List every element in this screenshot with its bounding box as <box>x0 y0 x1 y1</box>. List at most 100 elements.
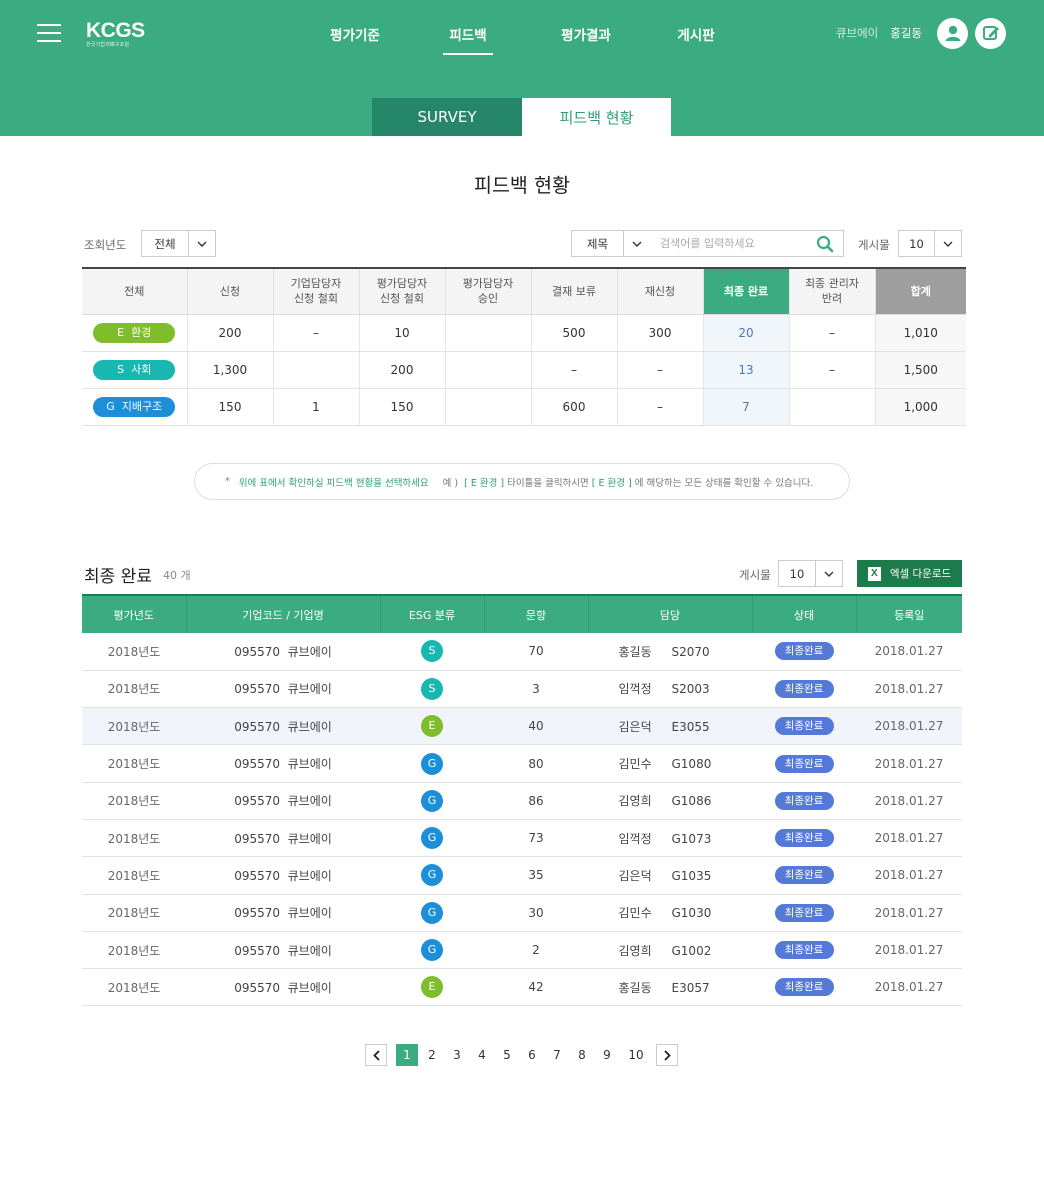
user-icon[interactable] <box>937 17 968 49</box>
manager-name: 김은덕 <box>618 719 652 734</box>
table-row[interactable]: 2018년도 095570 큐브에이 S 70 홍길동 S2070 최종완료 2018.01.… <box>82 633 962 671</box>
chevron-down-icon <box>934 231 961 256</box>
status-count-cell[interactable]: 10 <box>359 314 446 352</box>
status-count-cell[interactable]: 600 <box>531 388 618 426</box>
status-row: G 지배구조 150 1 150 600–7 1,000 <box>82 388 966 426</box>
company-cell: 095570 큐브에이 <box>186 931 380 970</box>
manager-code: G1073 <box>671 831 712 846</box>
manager-name: 김은덕 <box>618 868 652 883</box>
esg-badge: G <box>421 939 443 962</box>
tab-survey[interactable]: SURVEY <box>372 98 522 136</box>
status-count-cell[interactable]: 300 <box>617 314 704 352</box>
question-cell: 73 <box>484 819 588 858</box>
manager-cell: 임꺽정 G1073 <box>588 819 752 858</box>
year-cell: 2018년도 <box>82 707 186 746</box>
status-col-header: 평가담당자 신청 철회 <box>359 268 446 315</box>
table-row[interactable]: 2018년도 095570 큐브에이 G 35 김은덕 G1035 최종완료 2018.01.… <box>82 856 962 895</box>
search-type-select[interactable]: 제목 <box>571 230 651 257</box>
category-pill[interactable]: S 사회 <box>93 359 176 380</box>
page-7-button[interactable]: 7 <box>546 1044 568 1066</box>
page-8-button[interactable]: 8 <box>571 1044 593 1066</box>
year-cell: 2018년도 <box>82 782 186 820</box>
esg-badge: S <box>421 640 443 663</box>
page-title: 피드백 현황 <box>474 174 570 197</box>
excel-download-label: 엑셀 다운로드 <box>889 568 952 580</box>
nav-board[interactable]: 게시판 <box>676 24 716 44</box>
esg-badge: G <box>421 901 443 924</box>
status-count-cell[interactable]: 1,300 <box>187 351 274 389</box>
year-select[interactable]: 전체 <box>141 230 216 257</box>
page-9-button[interactable]: 9 <box>596 1044 618 1066</box>
excel-download-button[interactable]: X 엑셀 다운로드 <box>857 560 962 587</box>
list-col-header: 상태 <box>752 595 857 633</box>
tab-feedback-status[interactable]: 피드백 현황 <box>522 98 671 136</box>
status-cell: 최종완료 <box>752 670 856 709</box>
search-icon[interactable] <box>816 235 834 253</box>
per-page-label: 게시물 <box>858 238 890 252</box>
status-count-cell[interactable]: 7 <box>703 388 790 426</box>
category-pill[interactable]: G 지배구조 <box>93 396 176 417</box>
nav-results[interactable]: 평가결과 <box>561 24 611 44</box>
chevron-left-icon <box>372 1049 380 1061</box>
status-count-cell[interactable]: 200 <box>187 314 274 352</box>
table-row[interactable]: 2018년도 095570 큐브에이 G 86 김영희 G1086 최종완료 2018.01.… <box>82 782 962 820</box>
manager-cell: 김영희 G1002 <box>588 931 752 970</box>
manager-code: E3055 <box>671 719 710 734</box>
esg-cell: S <box>380 670 484 709</box>
company-cell: 095570 큐브에이 <box>186 968 380 1007</box>
edit-icon[interactable] <box>975 17 1006 49</box>
list-per-page-select[interactable]: 10 <box>778 560 843 587</box>
table-row[interactable]: 2018년도 095570 큐브에이 S 3 임꺽정 S2003 최종완료 2018.01.2… <box>82 670 962 709</box>
status-count-cell[interactable]: 1 <box>273 388 360 426</box>
per-page-label: 게시물 <box>739 568 771 582</box>
status-col-header: 재신청 <box>617 268 704 315</box>
esg-badge: E <box>421 715 443 738</box>
year-cell: 2018년도 <box>82 670 186 709</box>
prev-page-button[interactable] <box>365 1044 387 1066</box>
status-count-cell[interactable]: 200 <box>359 351 446 389</box>
search-input[interactable] <box>650 231 810 256</box>
manager-cell: 김은덕 E3055 <box>588 707 752 746</box>
page-5-button[interactable]: 5 <box>496 1044 518 1066</box>
chevron-down-icon <box>623 231 650 256</box>
page-1-button[interactable]: 1 <box>396 1044 418 1066</box>
status-count-cell[interactable]: 150 <box>187 388 274 426</box>
page-4-button[interactable]: 4 <box>471 1044 493 1066</box>
table-row[interactable]: 2018년도 095570 큐브에이 E 40 김은덕 E3055 최종완료 2018.01.… <box>82 707 962 746</box>
manager-cell: 홍길동 S2070 <box>588 633 752 671</box>
status-count-cell[interactable]: 13 <box>703 351 790 389</box>
year-cell: 2018년도 <box>82 894 186 932</box>
status-badge: 최종완료 <box>774 829 834 848</box>
date-cell: 2018.01.27 <box>856 968 962 1007</box>
table-row[interactable]: 2018년도 095570 큐브에이 G 80 김민수 G1080 최종완료 2018.01.… <box>82 744 962 783</box>
hint-example-prefix: 예 ) <box>442 477 459 489</box>
status-count-cell[interactable]: 500 <box>531 314 618 352</box>
manager-name: 홍길동 <box>618 980 652 995</box>
page-6-button[interactable]: 6 <box>521 1044 543 1066</box>
table-row[interactable]: 2018년도 095570 큐브에이 G 73 임꺽정 G1073 최종완료 2018.01.… <box>82 819 962 858</box>
question-cell: 70 <box>484 633 588 671</box>
per-page-select[interactable]: 10 <box>898 230 962 257</box>
page-2-button[interactable]: 2 <box>421 1044 443 1066</box>
category-pill[interactable]: E 환경 <box>93 322 176 343</box>
page-10-button[interactable]: 10 <box>625 1044 647 1066</box>
status-count-cell[interactable]: 1,010 <box>875 314 966 352</box>
nav-feedback[interactable]: 피드백 <box>443 24 493 55</box>
esg-cell: G <box>380 782 484 820</box>
nav-criteria[interactable]: 평가기준 <box>330 24 380 44</box>
page-3-button[interactable]: 3 <box>446 1044 468 1066</box>
table-row[interactable]: 2018년도 095570 큐브에이 E 42 홍길동 E3057 최종완료 2018.01.… <box>82 968 962 1007</box>
question-cell: 86 <box>484 782 588 820</box>
list-col-header: 문항 <box>484 595 589 633</box>
status-badge: 최종완료 <box>774 642 834 661</box>
status-count-cell[interactable]: 1,500 <box>875 351 966 389</box>
status-count-cell[interactable]: 20 <box>703 314 790 352</box>
table-row[interactable]: 2018년도 095570 큐브에이 G 30 김민수 G1030 최종완료 2018.01.… <box>82 894 962 932</box>
status-badge: 최종완료 <box>774 717 834 736</box>
status-count-cell[interactable]: 1,000 <box>875 388 966 426</box>
table-row[interactable]: 2018년도 095570 큐브에이 G 2 김영희 G1002 최종완료 2018.01.2… <box>82 931 962 970</box>
list-per-page-value: 10 <box>789 566 805 581</box>
manager-cell: 김은덕 G1035 <box>588 856 752 895</box>
status-count-cell[interactable]: 150 <box>359 388 446 426</box>
next-page-button[interactable] <box>656 1044 678 1066</box>
